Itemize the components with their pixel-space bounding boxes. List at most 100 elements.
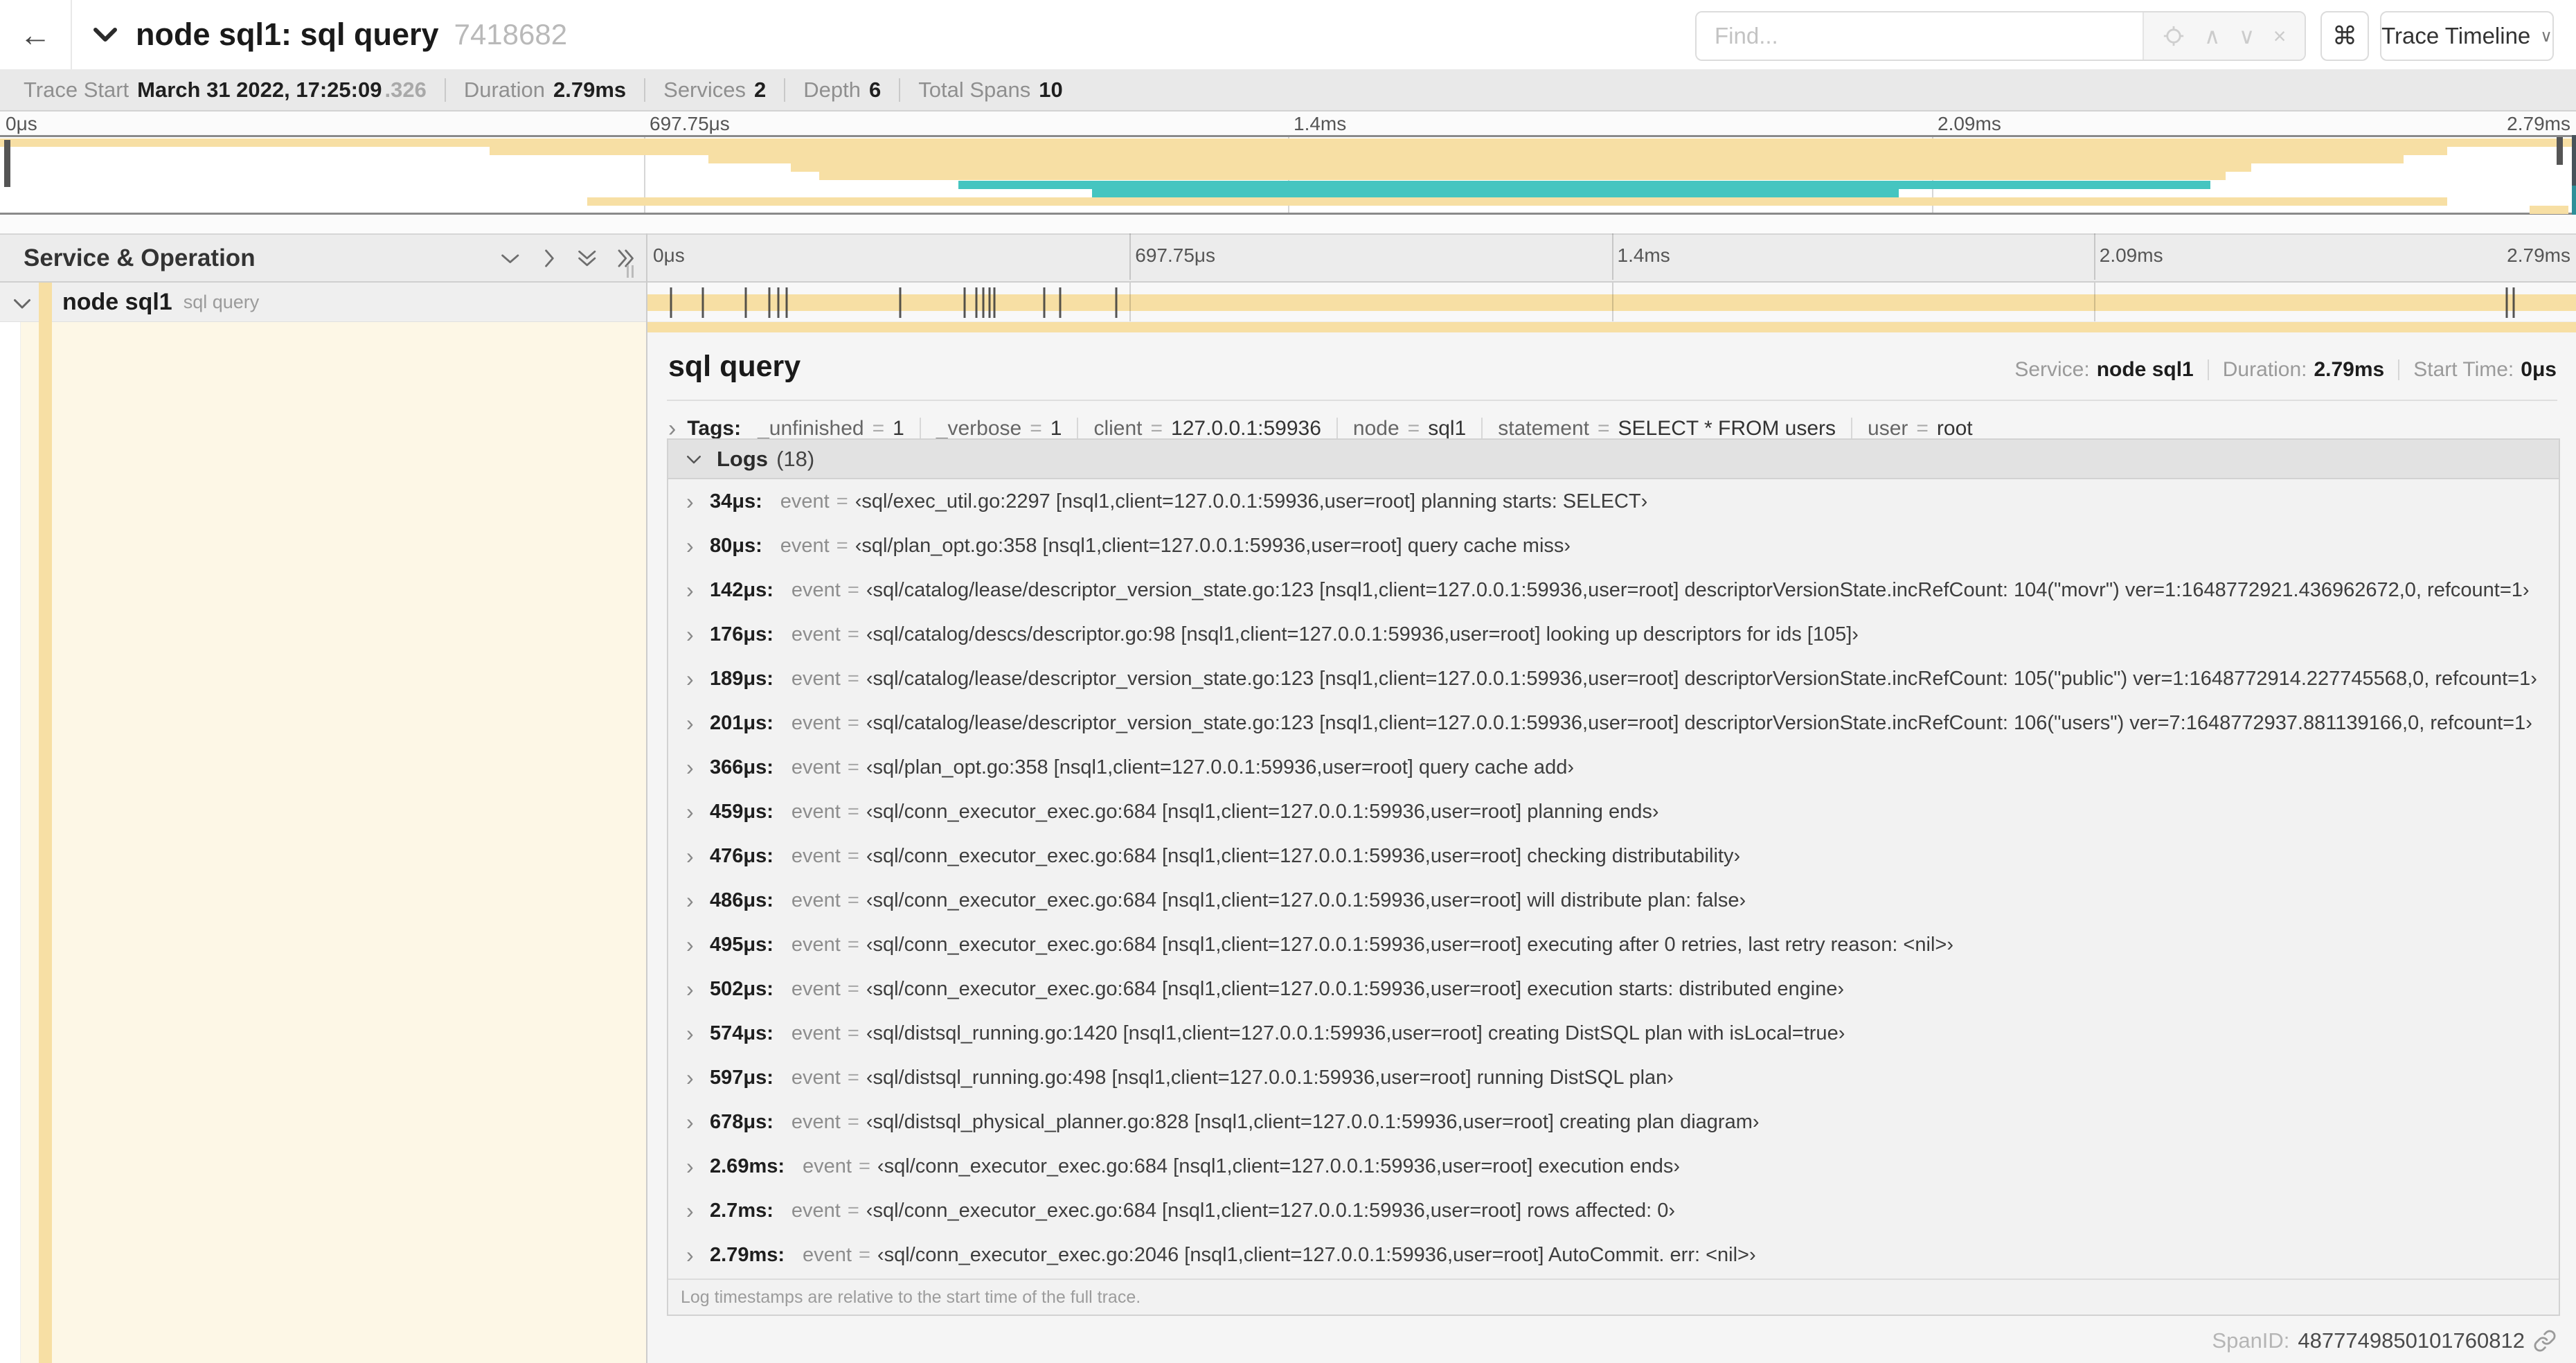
log-entry[interactable]: › 2.7ms: event = ‹sql/conn_executor_exec.go:… xyxy=(668,1188,2559,1233)
tag-item[interactable]: client = 127.0.0.1:59936 xyxy=(1093,417,1321,440)
log-field-key: event xyxy=(791,1199,841,1222)
trace-collapse-toggle[interactable] xyxy=(89,18,125,51)
chevron-right-icon: › xyxy=(686,1242,694,1267)
timeline-minimap[interactable] xyxy=(0,135,2576,215)
minimap-span-bar xyxy=(587,197,2447,206)
log-field-equals: = xyxy=(847,756,859,778)
service-color-bar xyxy=(39,322,52,1363)
detail-row-left-background xyxy=(0,322,646,1363)
trace-view-selector[interactable]: Trace Timeline ∨ xyxy=(2380,11,2554,61)
log-marker-tick xyxy=(785,287,788,318)
log-field-value: ‹sql/catalog/descs/descriptor.go:98 [nsq… xyxy=(866,623,1859,645)
tag-key: node xyxy=(1352,417,1399,440)
log-entry[interactable]: › 678μs: event = ‹sql/distsql_physical_plann… xyxy=(668,1100,2559,1144)
log-field-key: event xyxy=(791,1110,841,1133)
stat-value: 2 xyxy=(754,77,767,102)
span-detail-title: sql query xyxy=(668,350,801,383)
span-row-label[interactable]: node sql1 sql query xyxy=(62,283,259,322)
column-resize-handle[interactable] xyxy=(627,265,638,278)
meta-separator xyxy=(2207,359,2209,380)
stat-label: Depth xyxy=(803,77,861,102)
log-field-equals: = xyxy=(847,711,859,734)
tag-key: client xyxy=(1093,417,1143,440)
time-tick-label: 0μs xyxy=(6,113,37,134)
log-entry[interactable]: › 176μs: event = ‹sql/catalog/descs/descript… xyxy=(668,612,2559,657)
collapse-all-icon[interactable] xyxy=(575,244,599,272)
minimap-span-bar xyxy=(791,163,2252,172)
detail-span-bar-strip xyxy=(647,322,2576,332)
tag-item[interactable]: user = root xyxy=(1868,417,1973,440)
log-marker-tick xyxy=(899,287,902,318)
log-marker-tick xyxy=(2505,287,2508,318)
span-row-timeline-cell[interactable] xyxy=(647,283,2576,322)
minimap-drag-handle-left[interactable] xyxy=(4,140,10,187)
log-marker-tick xyxy=(993,287,996,318)
log-field-value: ‹sql/conn_executor_exec.go:684 [nsql1,cl… xyxy=(866,1199,1676,1222)
logs-footer-note: Log timestamps are relative to the start… xyxy=(668,1279,2559,1315)
back-button[interactable]: ← xyxy=(0,0,72,69)
tag-value: 1 xyxy=(893,417,904,440)
log-entry[interactable]: › 366μs: event = ‹sql/plan_opt.go:358 [nsql1… xyxy=(668,745,2559,790)
log-entry[interactable]: › 476μs: event = ‹sql/conn_executor_exec.go:… xyxy=(668,834,2559,878)
minimap-span-bar xyxy=(2530,205,2568,214)
collapse-one-icon[interactable] xyxy=(499,244,522,272)
tag-value: 127.0.0.1:59936 xyxy=(1171,417,1321,440)
chevron-right-icon: › xyxy=(686,710,694,736)
log-timestamp: 34μs: xyxy=(710,490,762,513)
log-field-key: event xyxy=(791,623,841,645)
keyboard-shortcuts-button[interactable]: ⌘ xyxy=(2320,11,2369,61)
chevron-right-icon: › xyxy=(686,932,694,957)
minimap-drag-handle-right[interactable] xyxy=(2557,137,2563,165)
tag-item[interactable]: statement = SELECT * FROM users xyxy=(1498,417,1836,440)
log-entry[interactable]: › 201μs: event = ‹sql/catalog/lease/descript… xyxy=(668,701,2559,745)
log-timestamp: 486μs: xyxy=(710,889,773,911)
span-tree-controls xyxy=(499,235,637,281)
log-entry[interactable]: › 189μs: event = ‹sql/catalog/lease/descript… xyxy=(668,657,2559,701)
tag-item[interactable]: node = sql1 xyxy=(1353,417,1466,440)
log-entry[interactable]: › 486μs: event = ‹sql/conn_executor_exec.go:… xyxy=(668,878,2559,923)
log-entry[interactable]: › 574μs: event = ‹sql/distsql_running.go:142… xyxy=(668,1011,2559,1055)
find-input[interactable] xyxy=(1697,12,2143,60)
stat-separator xyxy=(644,78,646,102)
log-field-value: ‹sql/conn_executor_exec.go:684 [nsql1,cl… xyxy=(866,844,1741,867)
log-marker-tick xyxy=(744,287,747,318)
spanid-label: SpanID: xyxy=(2212,1328,2290,1353)
log-entry[interactable]: › 34μs: event = ‹sql/exec_util.go:2297 [nsql… xyxy=(668,479,2559,524)
log-entry[interactable]: › 2.69ms: event = ‹sql/conn_executor_exec.go… xyxy=(668,1144,2559,1188)
log-field-value: ‹sql/distsql_running.go:498 [nsql1,clien… xyxy=(866,1066,1674,1089)
locate-icon[interactable] xyxy=(2162,24,2185,48)
log-entry[interactable]: › 597μs: event = ‹sql/distsql_running.go:498… xyxy=(668,1055,2559,1100)
stat-value-fraction: .326 xyxy=(384,77,427,102)
logs-header[interactable]: Logs (18) xyxy=(668,440,2559,479)
find-next-icon[interactable]: ∨ xyxy=(2239,23,2255,49)
log-entry[interactable]: › 495μs: event = ‹sql/conn_executor_exec.go:… xyxy=(668,923,2559,967)
tag-value: 1 xyxy=(1050,417,1062,440)
timeline-gridline xyxy=(1129,283,1132,321)
detail-divider xyxy=(667,400,2557,401)
view-selector-label: Trace Timeline xyxy=(2381,23,2531,48)
tag-key: statement xyxy=(1498,417,1589,440)
expand-one-icon[interactable] xyxy=(537,244,561,272)
find-prev-icon[interactable]: ∧ xyxy=(2204,23,2220,49)
find-clear-icon[interactable]: × xyxy=(2273,24,2287,49)
stat-value: 6 xyxy=(869,77,882,102)
log-field-value: ‹sql/plan_opt.go:358 [nsql1,client=127.0… xyxy=(855,534,1571,557)
log-field-key: event xyxy=(791,889,841,911)
log-entry[interactable]: › 2.79ms: event = ‹sql/conn_executor_exec.go… xyxy=(668,1233,2559,1277)
deep-link-icon[interactable] xyxy=(2533,1329,2557,1353)
tag-item[interactable]: _unfinished = 1 xyxy=(758,417,904,440)
log-entry[interactable]: › 142μs: event = ‹sql/catalog/lease/descript… xyxy=(668,568,2559,612)
log-marker-tick xyxy=(701,287,704,318)
log-field-equals: = xyxy=(847,844,859,867)
log-entry[interactable]: › 80μs: event = ‹sql/plan_opt.go:358 [nsql1,… xyxy=(668,524,2559,568)
trace-stats: Trace Start March 31 2022, 17:25:09.326 Du… xyxy=(0,69,2576,112)
log-entry[interactable]: › 502μs: event = ‹sql/conn_executor_exec.go:… xyxy=(668,967,2559,1011)
tag-item[interactable]: _verbose = 1 xyxy=(936,417,1062,440)
time-tick-label: 697.75μs xyxy=(650,113,730,134)
logs-list: › 34μs: event = ‹sql/exec_util.go:2297 [nsql… xyxy=(668,479,2559,1279)
span-collapse-chevron[interactable] xyxy=(10,291,35,316)
log-field-key: event xyxy=(791,756,841,778)
log-entry[interactable]: › 459μs: event = ‹sql/conn_executor_exec.go:… xyxy=(668,790,2559,834)
log-marker-tick xyxy=(1115,287,1118,318)
log-timestamp: 80μs: xyxy=(710,534,762,557)
